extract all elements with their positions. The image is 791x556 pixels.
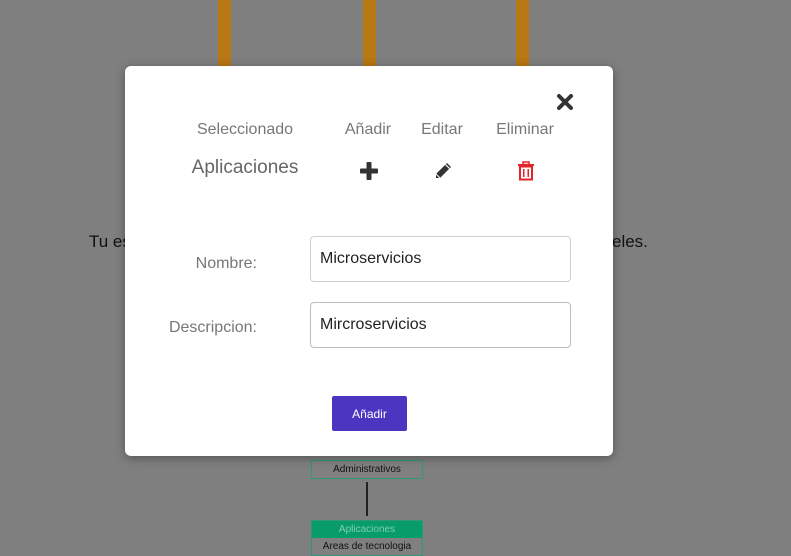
description-input[interactable] xyxy=(310,302,571,348)
description-label: Descripcion: xyxy=(168,319,257,336)
tree-node-label: Administrativos xyxy=(333,464,401,475)
delete-button[interactable] xyxy=(515,160,537,182)
tree-node-administrativos[interactable]: Administrativos xyxy=(311,460,423,479)
name-label: Nombre: xyxy=(195,255,257,272)
close-icon xyxy=(557,94,573,110)
tree-branch-line xyxy=(516,0,529,70)
tree-node-areas-de-tecnologia[interactable]: Aplicaciones Areas de tecnologia xyxy=(311,520,423,556)
selected-node-value: Aplicaciones xyxy=(191,157,299,178)
column-header-selected: Seleccionado xyxy=(196,121,294,138)
edit-node-modal: Seleccionado Añadir Editar Eliminar Apli… xyxy=(125,66,613,456)
column-header-edit: Editar xyxy=(421,121,463,138)
submit-add-button[interactable]: Añadir xyxy=(332,396,407,431)
background-text-right: eles. xyxy=(612,232,648,251)
trash-icon xyxy=(518,161,534,181)
tree-connector xyxy=(366,482,368,516)
close-button[interactable] xyxy=(553,90,577,114)
plus-icon xyxy=(360,162,378,180)
tree-node-header: Aplicaciones xyxy=(312,521,422,538)
tree-node-label: Areas de tecnologia xyxy=(322,541,412,552)
pencil-icon xyxy=(435,163,451,179)
tree-branch-line xyxy=(363,0,376,70)
edit-button[interactable] xyxy=(432,160,454,182)
column-header-add: Añadir xyxy=(344,121,392,138)
tree-branch-line xyxy=(218,0,231,70)
name-input[interactable] xyxy=(310,236,571,282)
add-button[interactable] xyxy=(358,160,380,182)
column-header-delete: Eliminar xyxy=(496,121,554,138)
